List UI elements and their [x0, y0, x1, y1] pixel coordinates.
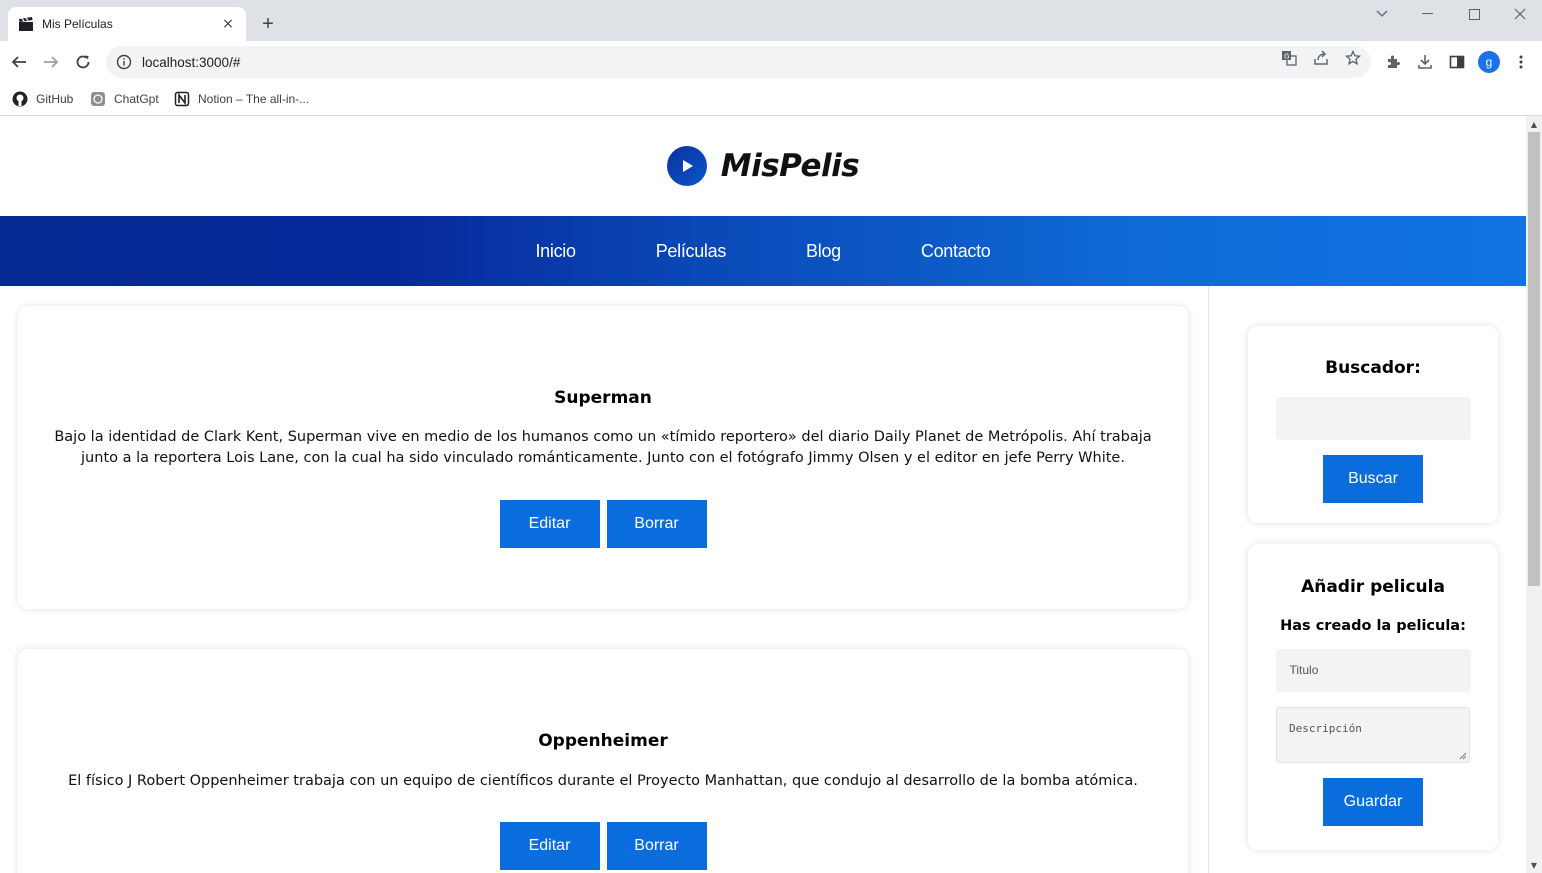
add-movie-widget: Añadir pelicula Has creado la pelicula: …	[1248, 544, 1498, 850]
info-icon[interactable]	[116, 54, 132, 70]
movie-description: Bajo la identidad de Clark Kent, Superma…	[54, 429, 1152, 466]
close-tab-icon[interactable]: ×	[220, 16, 236, 32]
nav-contacto[interactable]: Contacto	[921, 241, 991, 262]
created-movie-label: Has creado la pelicula:	[1280, 618, 1466, 634]
tab-title: Mis Películas	[42, 17, 113, 31]
maximize-icon[interactable]	[1454, 0, 1494, 28]
movie-card: Superman Bajo la identidad de Clark Kent…	[18, 306, 1188, 609]
resize-grip-icon[interactable]	[1459, 752, 1467, 760]
search-title: Buscador:	[1325, 358, 1421, 378]
share-icon[interactable]	[1312, 49, 1330, 67]
search-button[interactable]: Buscar	[1323, 455, 1423, 503]
star-icon[interactable]	[1344, 49, 1362, 67]
browser-tab[interactable]: Mis Películas ×	[8, 7, 246, 41]
description-placeholder: Descripción	[1289, 722, 1362, 735]
search-widget: Buscador: Buscar	[1248, 326, 1498, 523]
bookmark-chatgpt[interactable]: ChatGpt	[90, 89, 159, 109]
tab-strip: Mis Películas × +	[0, 0, 1542, 41]
minimize-icon[interactable]	[1408, 0, 1448, 28]
address-bar[interactable]: localhost:3000/#	[106, 46, 1371, 78]
bookmark-label: ChatGpt	[114, 92, 159, 106]
close-window-icon[interactable]	[1500, 0, 1540, 28]
movie-list: Superman Bajo la identidad de Clark Kent…	[0, 286, 1209, 873]
movie-actions: Editar Borrar	[18, 822, 1188, 870]
scroll-up-icon[interactable]: ▲	[1526, 116, 1542, 132]
back-icon[interactable]	[6, 49, 32, 75]
bookmark-notion[interactable]: Notion – The all-in-...	[174, 89, 309, 109]
scrollbar-thumb[interactable]	[1528, 132, 1540, 586]
delete-button[interactable]: Borrar	[606, 500, 707, 548]
nav-inicio[interactable]: Inicio	[535, 241, 576, 262]
nav-blog[interactable]: Blog	[806, 241, 841, 262]
chatgpt-icon	[90, 91, 106, 107]
reload-icon[interactable]	[70, 49, 96, 75]
extensions-icon[interactable]	[1384, 53, 1402, 71]
title-placeholder: Titulo	[1289, 663, 1319, 677]
download-icon[interactable]	[1416, 53, 1434, 71]
browser-toolbar: localhost:3000/# G g	[0, 41, 1542, 83]
movie-actions: Editar Borrar	[18, 500, 1188, 548]
new-tab-button[interactable]: +	[256, 12, 280, 36]
sidebar: Buscador: Buscar Añadir pelicula Has cre…	[1210, 286, 1526, 873]
bookmark-github[interactable]: GitHub	[12, 89, 73, 109]
bookmarks-bar: GitHub ChatGpt Notion – The all-in-...	[0, 83, 1542, 116]
title-field[interactable]: Titulo	[1275, 649, 1471, 692]
nav-peliculas[interactable]: Películas	[656, 241, 727, 262]
movie-title: Superman	[554, 388, 652, 408]
scroll-down-icon[interactable]: ▼	[1526, 857, 1542, 873]
github-icon	[12, 91, 28, 107]
add-movie-title: Añadir pelicula	[1301, 577, 1445, 597]
search-actions: Buscar	[1248, 455, 1498, 503]
menu-dots-icon[interactable]	[1512, 53, 1530, 71]
edit-button[interactable]: Editar	[499, 500, 600, 548]
translate-icon[interactable]: G	[1280, 49, 1298, 67]
play-icon	[666, 146, 707, 186]
side-panel-icon[interactable]	[1448, 53, 1466, 71]
bookmark-label: Notion – The all-in-...	[198, 92, 310, 106]
svg-text:G: G	[1284, 53, 1289, 61]
search-input[interactable]	[1275, 397, 1471, 440]
page-viewport: MisPelis Inicio Películas Blog Contacto …	[0, 116, 1526, 873]
add-movie-actions: Guardar	[1248, 778, 1498, 826]
clapperboard-icon	[18, 16, 34, 32]
site-logo[interactable]: MisPelis	[721, 148, 860, 184]
url-text[interactable]: localhost:3000/#	[142, 55, 1371, 70]
site-header: MisPelis	[0, 116, 1526, 216]
description-field[interactable]: Descripción	[1276, 707, 1470, 763]
forward-icon[interactable]	[38, 49, 64, 75]
delete-button[interactable]: Borrar	[606, 822, 707, 870]
save-button[interactable]: Guardar	[1323, 778, 1423, 826]
profile-avatar[interactable]: g	[1478, 51, 1500, 73]
notion-icon	[174, 91, 190, 107]
chevron-down-icon[interactable]	[1362, 0, 1402, 28]
page-scrollbar[interactable]: ▲ ▼	[1526, 116, 1542, 873]
movie-card: Oppenheimer El físico J Robert Oppenheim…	[18, 649, 1188, 873]
main-nav: Inicio Películas Blog Contacto	[0, 216, 1526, 286]
movie-description: El físico J Robert Oppenheimer trabaja c…	[68, 773, 1138, 789]
bookmark-label: GitHub	[36, 92, 74, 106]
edit-button[interactable]: Editar	[499, 822, 600, 870]
movie-title: Oppenheimer	[538, 731, 668, 751]
